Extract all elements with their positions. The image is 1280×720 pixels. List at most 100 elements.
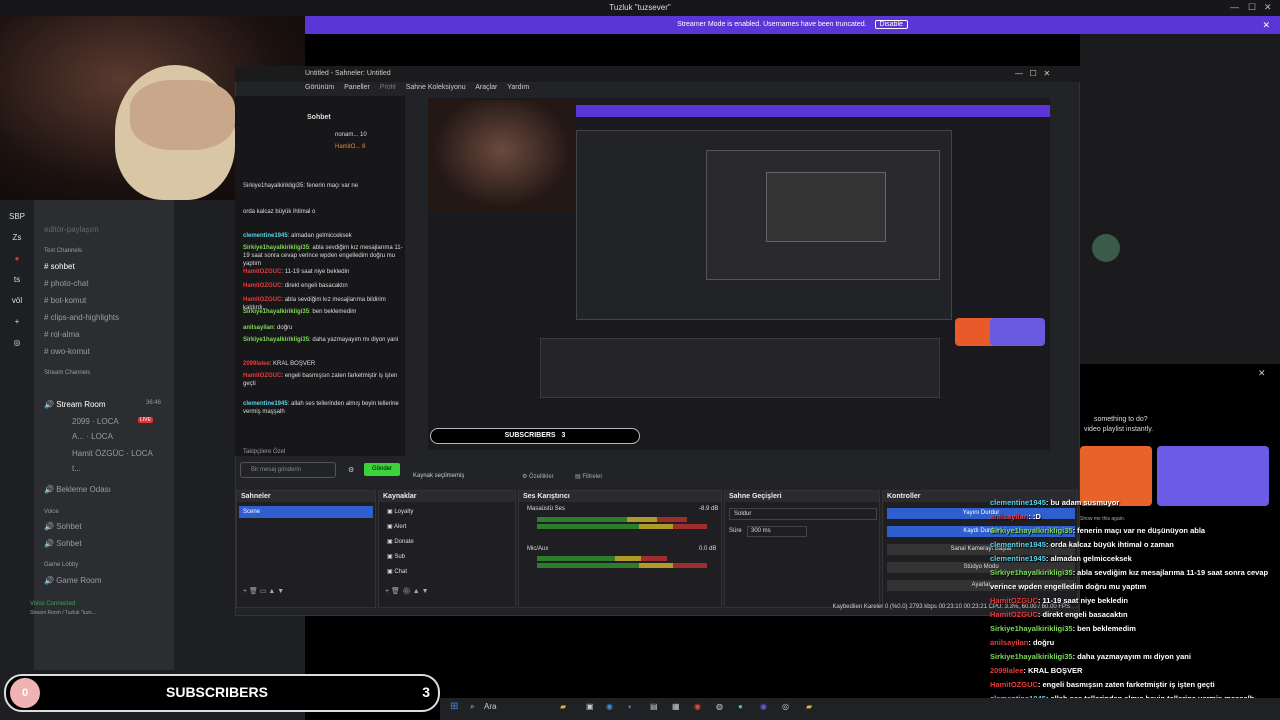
voice-user[interactable]: 2099 · LOCA — [72, 417, 119, 426]
menu-item[interactable]: Görünüm — [305, 84, 334, 91]
channel-bot-komut[interactable]: # bot-komut — [44, 296, 86, 305]
close-icon[interactable]: ✕ — [1258, 368, 1266, 379]
server-icon[interactable]: Zs — [4, 233, 30, 242]
folder-icon[interactable]: ▰ — [806, 702, 812, 711]
steam-icon[interactable]: ◍ — [716, 702, 723, 711]
app-icon[interactable]: ▦ — [672, 702, 680, 711]
spotify-icon[interactable]: ● — [738, 702, 743, 711]
chrome-icon[interactable]: ◉ — [694, 702, 701, 711]
settings-icon[interactable]: ⚙ — [348, 466, 354, 474]
scene-toolbar[interactable]: + 🗑 ▭ ▲ ▼ — [243, 587, 284, 595]
preview-banner — [576, 105, 1050, 117]
voice-header[interactable]: Voice — [44, 509, 59, 515]
channel-voice[interactable]: 🔊 Sohbet — [44, 522, 82, 531]
stream-timer: 36:46 — [146, 400, 162, 406]
filters-button[interactable]: ▤ Filtreler — [575, 473, 602, 480]
overlay-chat-line: Sirkiye1hayalkirikligi35: fenerin maçı v… — [990, 526, 1206, 535]
channel-item[interactable]: editör-paylaşım — [44, 225, 99, 234]
chat-line: 2099lalee: KRAL BOŞVER — [243, 361, 316, 367]
chat-line: HamitOZGUC: 11-19 saat niye bekledin — [243, 269, 350, 275]
live-badge: LIVE — [138, 417, 153, 423]
text-channels-header[interactable]: Text Channels — [44, 248, 82, 254]
scene-item[interactable]: Scene — [239, 506, 373, 518]
menu-item[interactable]: Paneller — [344, 84, 370, 91]
menu-item[interactable]: Araçlar — [475, 84, 497, 91]
explore-icon[interactable]: ◎ — [4, 338, 30, 347]
obs-title: Untitled - Sahneler: Untitled — [235, 66, 1080, 82]
edge-icon[interactable]: ◐ — [628, 702, 633, 711]
channel-owo-komut[interactable]: # owo-komut — [44, 347, 90, 356]
close-icon[interactable]: ✕ — [1262, 16, 1270, 34]
menu-item[interactable]: Yardım — [507, 84, 529, 91]
obs-icon[interactable]: ◎ — [782, 702, 789, 711]
face — [130, 80, 235, 150]
overlay-chat-line: verince wpden engelledim doğru mu yaptım — [990, 582, 1147, 591]
prompt-text: something to do? — [1094, 416, 1148, 423]
channel-rol-alma[interactable]: # rol-alma — [44, 330, 80, 339]
overlay-chat-line: anilsayilan: :D — [990, 512, 1041, 521]
channel-list: editör-paylaşım Text Channels # sohbet #… — [30, 200, 174, 670]
source-item[interactable]: ▣ Loyalty — [387, 508, 413, 515]
obs-window-controls[interactable]: — ☐ ✕ — [1015, 69, 1050, 78]
channel-clips[interactable]: # clips-and-highlights — [44, 313, 119, 322]
minimize-icon[interactable]: — — [1230, 2, 1239, 12]
sub-label: SUBSCRIBERS — [166, 684, 268, 700]
subscribers-widget: 0 SUBSCRIBERS 3 — [4, 674, 440, 712]
viewer: nonam... 10 — [335, 132, 367, 138]
channel-stream-room[interactable]: 🔊 Stream Room — [44, 400, 106, 409]
source-item[interactable]: ▣ Alert — [387, 523, 406, 530]
game-thumbnail[interactable] — [1157, 446, 1269, 506]
channel-waiting[interactable]: 🔊 Bekleme Odası — [44, 485, 111, 494]
overlay-chat-line: clementine1945: bu adam susmuyor — [990, 498, 1120, 507]
app-icon[interactable]: ▰ — [560, 702, 566, 711]
game-thumbnail[interactable] — [1080, 446, 1152, 506]
menu-item[interactable]: Sahne Koleksiyonu — [406, 84, 466, 91]
chat-line: clementine1945: almadan gelmicceksek — [243, 233, 352, 239]
scenes-header: Sahneler — [237, 491, 375, 502]
menu-item[interactable]: Profil — [380, 84, 396, 91]
avatar — [1092, 234, 1120, 262]
disable-button[interactable]: Disable — [874, 20, 908, 29]
add-server-icon[interactable]: + — [4, 317, 30, 326]
discord-icon[interactable]: ◉ — [760, 702, 767, 711]
channel-photo-chat[interactable]: # photo-chat — [44, 279, 88, 288]
channel-game-room[interactable]: 🔊 Game Room — [44, 576, 102, 585]
app-icon[interactable]: ▤ — [650, 702, 658, 711]
maximize-icon[interactable]: ☐ — [1248, 2, 1256, 13]
search-icon[interactable]: ⌕ — [470, 702, 474, 712]
no-source-label: Kaynak seçilmemiş — [413, 473, 465, 479]
server-icon[interactable]: SBP — [4, 212, 30, 221]
overlay-chat: clementine1945: bu adam susmuyor anilsayi… — [990, 498, 1280, 720]
voice-user[interactable]: A... · LOCA — [72, 432, 113, 441]
chat-title: Sohbet — [307, 114, 331, 121]
duration-input[interactable]: 300 ms — [747, 526, 807, 537]
voice-user[interactable]: Hamit ÖZGÜC · LOCA — [72, 449, 153, 458]
taskbar-search[interactable]: Ara — [484, 702, 496, 711]
app-icon[interactable]: ◉ — [606, 702, 613, 711]
close-icon[interactable]: ✕ — [1264, 2, 1272, 13]
source-item[interactable]: ▣ Sub — [387, 553, 405, 560]
transition-select[interactable]: Soldur — [729, 508, 877, 520]
chat-input[interactable]: Bir mesaj gönderin — [240, 462, 336, 478]
channel-sohbet[interactable]: # sohbet — [44, 262, 75, 271]
sub-circle: 0 — [10, 678, 40, 708]
sources-toolbar[interactable]: + 🗑 ⚙ ▲ ▼ — [385, 587, 429, 595]
stream-channels-header[interactable]: Stream Channels — [44, 370, 90, 376]
app-icon[interactable]: ▣ — [586, 702, 594, 711]
audio-meter — [537, 563, 707, 568]
source-item[interactable]: ▣ Chat — [387, 568, 407, 575]
overlay-chat-line: Sirkiye1hayalkirikligi35: daha yazmayayı… — [990, 652, 1191, 661]
server-icon[interactable]: ts — [4, 275, 30, 284]
windows-icon[interactable]: ⊞ — [450, 701, 458, 712]
viewer: HamitO... 8 — [335, 144, 366, 150]
streamer-mode-banner: Streamer Mode is enabled. Usernames have… — [305, 16, 1280, 34]
properties-button[interactable]: ⚙ Özellikler — [522, 473, 554, 480]
channel-voice[interactable]: 🔊 Sohbet — [44, 539, 82, 548]
send-button[interactable]: Gönder — [364, 463, 400, 476]
server-icon[interactable]: völ — [4, 296, 30, 305]
source-item[interactable]: ▣ Donate — [387, 538, 414, 545]
game-lobby-header[interactable]: Game Lobby — [44, 562, 78, 568]
voice-user[interactable]: t... — [72, 464, 81, 473]
scenes-dock: Sahneler Scene + 🗑 ▭ ▲ ▼ — [236, 490, 376, 608]
server-icon[interactable]: ● — [4, 254, 30, 263]
